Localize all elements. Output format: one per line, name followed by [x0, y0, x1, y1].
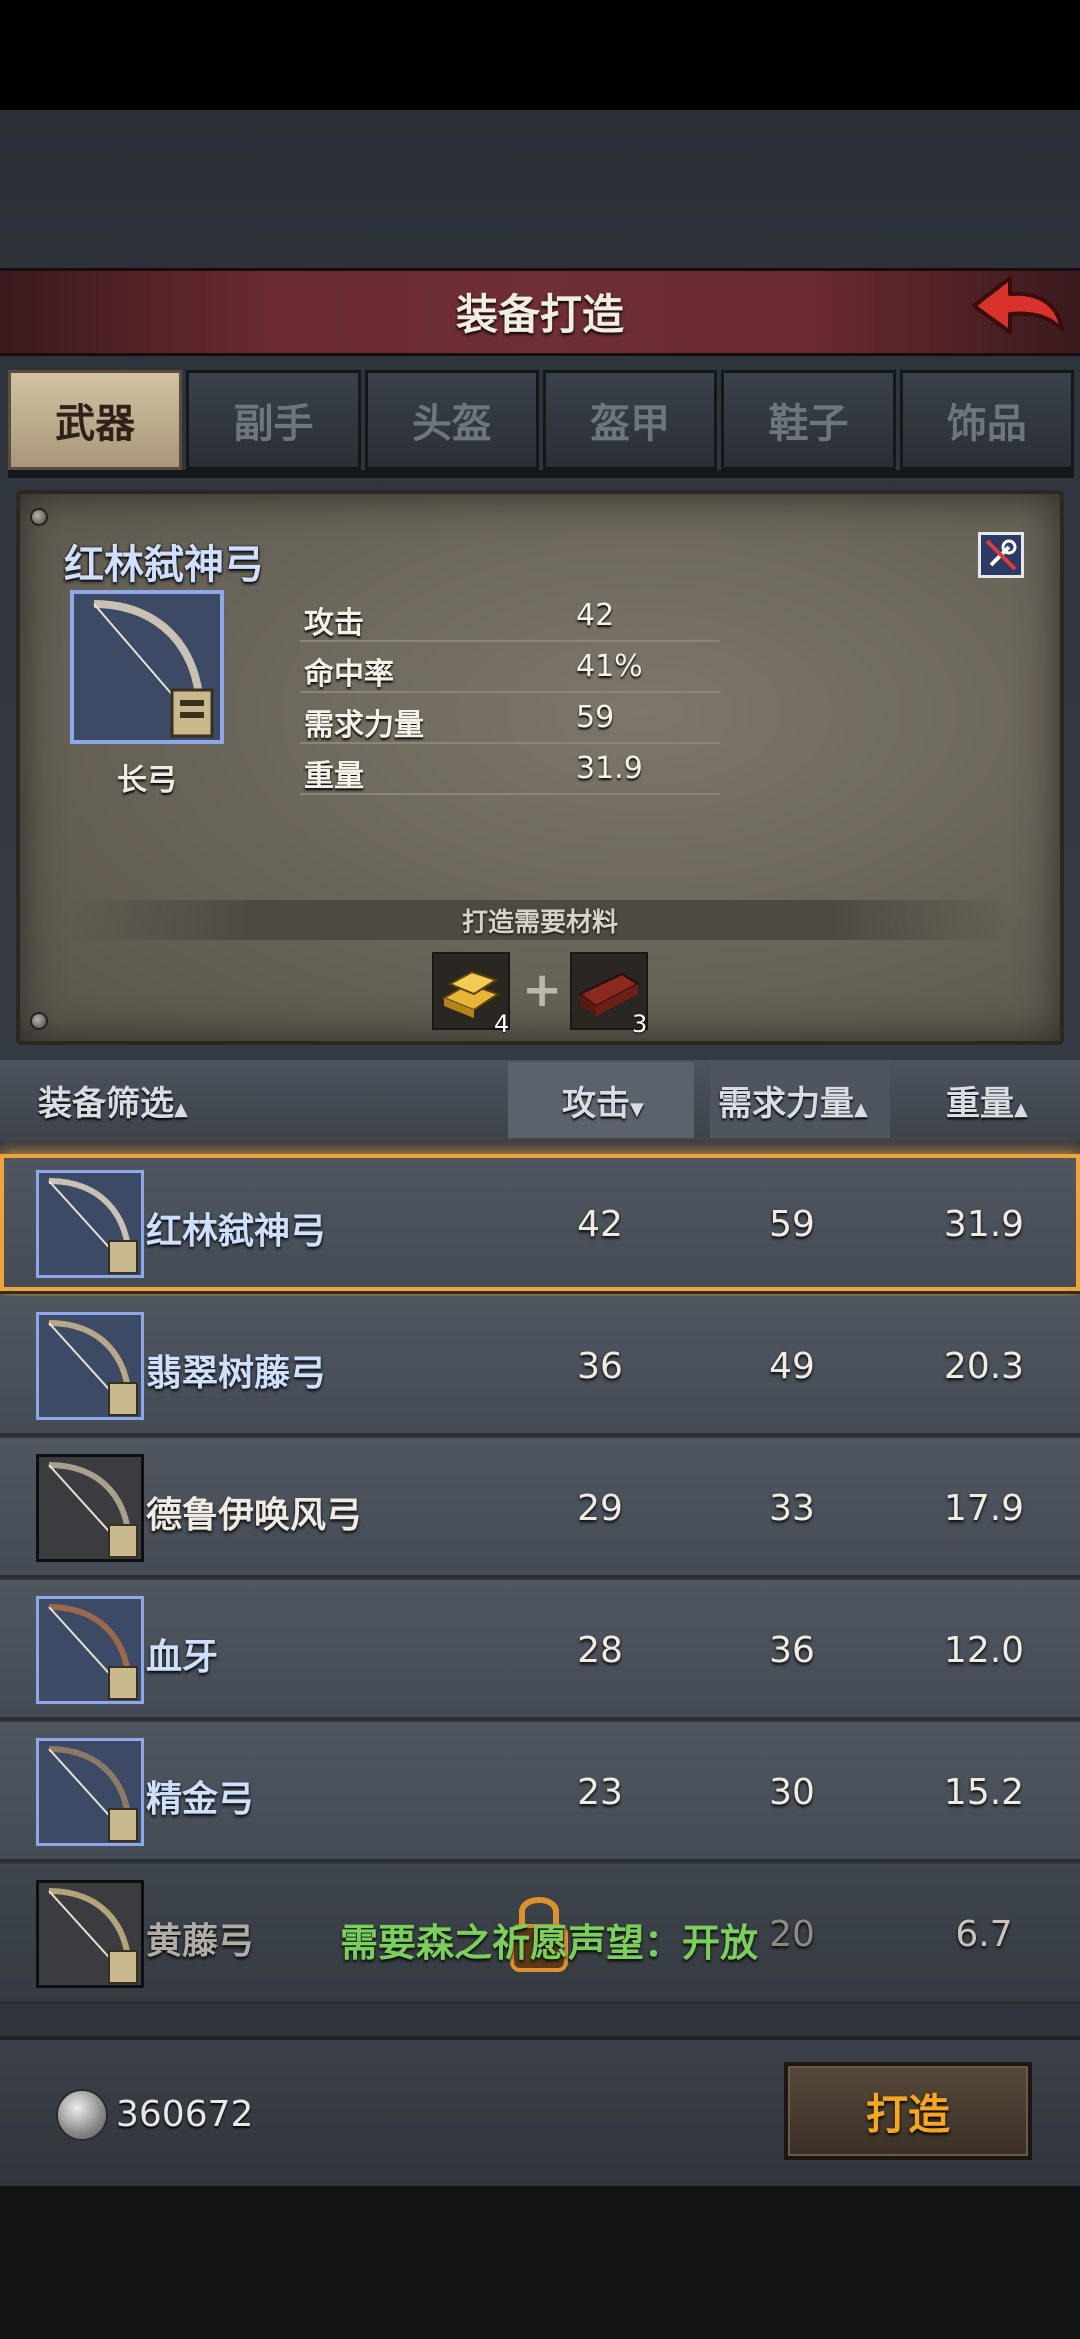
sort-attack-button[interactable]: 攻击▼ — [562, 1076, 644, 1125]
item-strength: 30 — [769, 1772, 815, 1813]
sort-up-icon: ▲ — [1014, 1099, 1028, 1120]
unbind-icon[interactable] — [978, 532, 1024, 578]
item-name: 精金弓 — [146, 1779, 255, 1820]
material-count: 3 — [632, 1010, 648, 1038]
status-area — [0, 0, 1080, 110]
unlock-requirement: 需要森之祈愿声望：开放 — [340, 1921, 759, 1965]
weight-header-label: 重量 — [946, 1084, 1014, 1124]
back-button[interactable] — [966, 270, 1066, 356]
item-weight: 12.0 — [943, 1630, 1025, 1671]
stat-row: 攻击 42 — [300, 592, 720, 642]
item-strength: 49 — [769, 1346, 815, 1387]
item-type-label: 长弓 — [117, 763, 177, 798]
item-weight: 17.9 — [943, 1488, 1025, 1529]
item-name: 血牙 — [146, 1637, 219, 1678]
item-weight: 15.2 — [943, 1772, 1025, 1813]
bow-icon — [36, 1454, 144, 1562]
craft-button[interactable]: 打造 — [784, 2062, 1032, 2160]
item-name: 翡翠树藤弓 — [146, 1353, 327, 1394]
sort-strength-button[interactable]: 需求力量▲ — [718, 1076, 868, 1125]
page-title: 装备打造 — [455, 290, 624, 339]
tab-helmet[interactable]: 头盔 — [364, 370, 539, 470]
item-strength: 59 — [769, 1204, 815, 1245]
item-attack: 42 — [577, 1204, 623, 1245]
stat-row: 命中率 41% — [300, 643, 720, 693]
rivet-icon — [30, 1012, 48, 1030]
item-strength: 33 — [769, 1488, 815, 1529]
item-attack: 36 — [577, 1346, 623, 1387]
selected-item-name: 红林弑神弓 — [64, 542, 264, 588]
item-attack: 28 — [577, 1630, 623, 1671]
tab-accessory[interactable]: 饰品 — [899, 370, 1074, 470]
item-attack: 29 — [577, 1488, 623, 1529]
bow-icon — [36, 1738, 144, 1846]
item-strength: 20 — [769, 1914, 815, 1955]
filter-button[interactable]: 装备筛选▲ — [38, 1076, 188, 1125]
material-count: 4 — [494, 1010, 510, 1038]
stat-row: 重量 31.9 — [300, 745, 720, 795]
tab-shoes[interactable]: 鞋子 — [721, 370, 896, 470]
currency-amount: 360672 — [116, 2094, 254, 2135]
bottom-area — [0, 2185, 1080, 2339]
item-name: 黄藤弓 — [146, 1921, 255, 1962]
tab-armor[interactable]: 盔甲 — [542, 370, 718, 470]
tab-weapon[interactable]: 武器 — [8, 370, 183, 470]
stat-value: 41% — [576, 649, 643, 684]
plus-icon: + — [522, 962, 563, 1018]
title-bar: 装备打造 — [0, 268, 1080, 356]
bow-icon — [36, 1312, 144, 1420]
item-attack: 23 — [577, 1772, 623, 1813]
silver-coin-icon — [56, 2089, 108, 2141]
sort-up-icon: ▲ — [854, 1099, 868, 1120]
stat-value: 59 — [576, 700, 615, 735]
stat-label: 攻击 — [304, 606, 364, 641]
sort-up-icon: ▲ — [174, 1099, 188, 1120]
bow-icon — [36, 1596, 144, 1704]
item-name: 红林弑神弓 — [146, 1211, 327, 1252]
item-weight: 31.9 — [943, 1204, 1025, 1245]
strength-header-label: 需求力量 — [718, 1084, 854, 1124]
materials-title: 打造需要材料 — [461, 908, 618, 938]
bow-icon — [36, 1170, 144, 1278]
stat-label: 需求力量 — [304, 708, 424, 743]
stat-row: 需求力量 59 — [300, 694, 720, 744]
attack-header-label: 攻击 — [562, 1084, 630, 1124]
stat-value: 31.9 — [576, 751, 643, 786]
stat-label: 命中率 — [304, 657, 394, 692]
tab-underline — [8, 470, 1074, 478]
item-strength: 36 — [769, 1630, 815, 1671]
sort-weight-button[interactable]: 重量▲ — [946, 1076, 1028, 1125]
bow-icon — [70, 590, 224, 744]
tab-offhand[interactable]: 副手 — [186, 370, 361, 470]
category-tabs: 武器 副手 头盔 盔甲 鞋子 饰品 — [8, 370, 1074, 470]
item-name: 德鲁伊唤风弓 — [146, 1495, 363, 1536]
stat-label: 重量 — [304, 759, 364, 794]
item-weight: 6.7 — [955, 1914, 1013, 1955]
stat-value: 42 — [576, 598, 615, 633]
back-arrow-icon — [972, 276, 1064, 334]
rivet-icon — [30, 508, 48, 526]
item-weight: 20.3 — [943, 1346, 1025, 1387]
bow-icon — [36, 1880, 144, 1988]
filter-label: 装备筛选 — [38, 1084, 174, 1124]
sort-down-icon: ▼ — [630, 1099, 644, 1120]
